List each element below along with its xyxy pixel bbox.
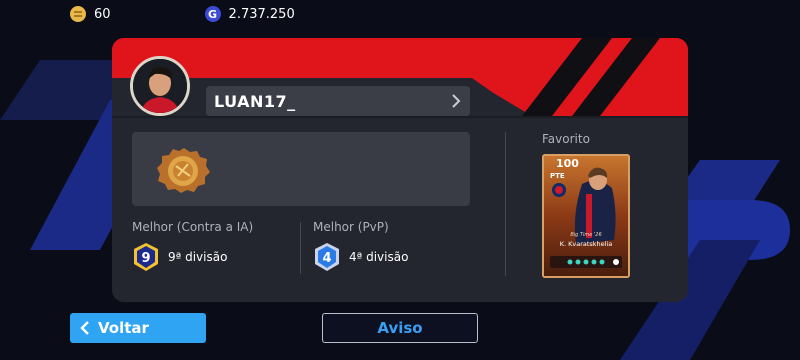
division-4-badge-icon: 4 — [315, 243, 339, 271]
svg-text:Big Time '26: Big Time '26 — [570, 232, 601, 238]
svg-text:K. Kvaratskhelia: K. Kvaratskhelia — [560, 240, 613, 248]
gp-icon: G — [204, 6, 221, 22]
currency-bar: 60 G 2.737.250 — [70, 6, 295, 22]
rank-pvp: Melhor (PvP) 4 4ª divisão — [313, 220, 408, 272]
back-button-label: Voltar — [98, 319, 149, 337]
rank-ai-division: 9ª divisão — [168, 250, 228, 264]
gp-display: G 2.737.250 — [204, 6, 295, 22]
back-button[interactable]: Voltar — [70, 313, 206, 343]
profile-panel: LUAN17_ Melhor (Contra a IA) 9 9ª divisã… — [112, 38, 688, 302]
avatar-portrait-icon — [133, 59, 187, 113]
division-9-badge-icon: 9 — [134, 243, 158, 271]
coins-value: 60 — [94, 6, 111, 22]
player-avatar[interactable] — [130, 56, 190, 116]
gold-emblem-icon — [157, 148, 210, 193]
svg-text:100: 100 — [556, 157, 579, 170]
chevron-left-icon — [80, 321, 89, 335]
gp-value: 2.737.250 — [228, 6, 295, 22]
rank-divider — [300, 222, 301, 274]
username: LUAN17_ — [214, 91, 296, 111]
svg-text:4: 4 — [322, 251, 331, 266]
favorite-player-card[interactable]: 100 PTE Big Time '26 K. Kvaratskhelia — [542, 154, 630, 278]
notice-button[interactable]: Aviso — [322, 313, 478, 343]
svg-text:9: 9 — [141, 251, 150, 266]
notice-button-label: Aviso — [377, 319, 423, 337]
rank-pvp-division: 4ª divisão — [349, 250, 409, 264]
username-field[interactable]: LUAN17_ — [206, 86, 470, 116]
player-card-art: 100 PTE Big Time '26 K. Kvaratskhelia — [542, 154, 630, 278]
section-divider — [505, 132, 506, 276]
svg-text:PTE: PTE — [550, 172, 565, 180]
chevron-right-icon — [452, 94, 461, 108]
favorite-label: Favorito — [542, 132, 590, 146]
achievement-badge-box[interactable] — [132, 132, 470, 206]
rank-ai-title: Melhor (Contra a IA) — [132, 220, 254, 234]
coin-icon — [70, 6, 86, 22]
rank-pvp-title: Melhor (PvP) — [313, 220, 389, 234]
rank-ai: Melhor (Contra a IA) 9 9ª divisão — [132, 220, 253, 272]
coins-display: 60 — [70, 6, 111, 22]
